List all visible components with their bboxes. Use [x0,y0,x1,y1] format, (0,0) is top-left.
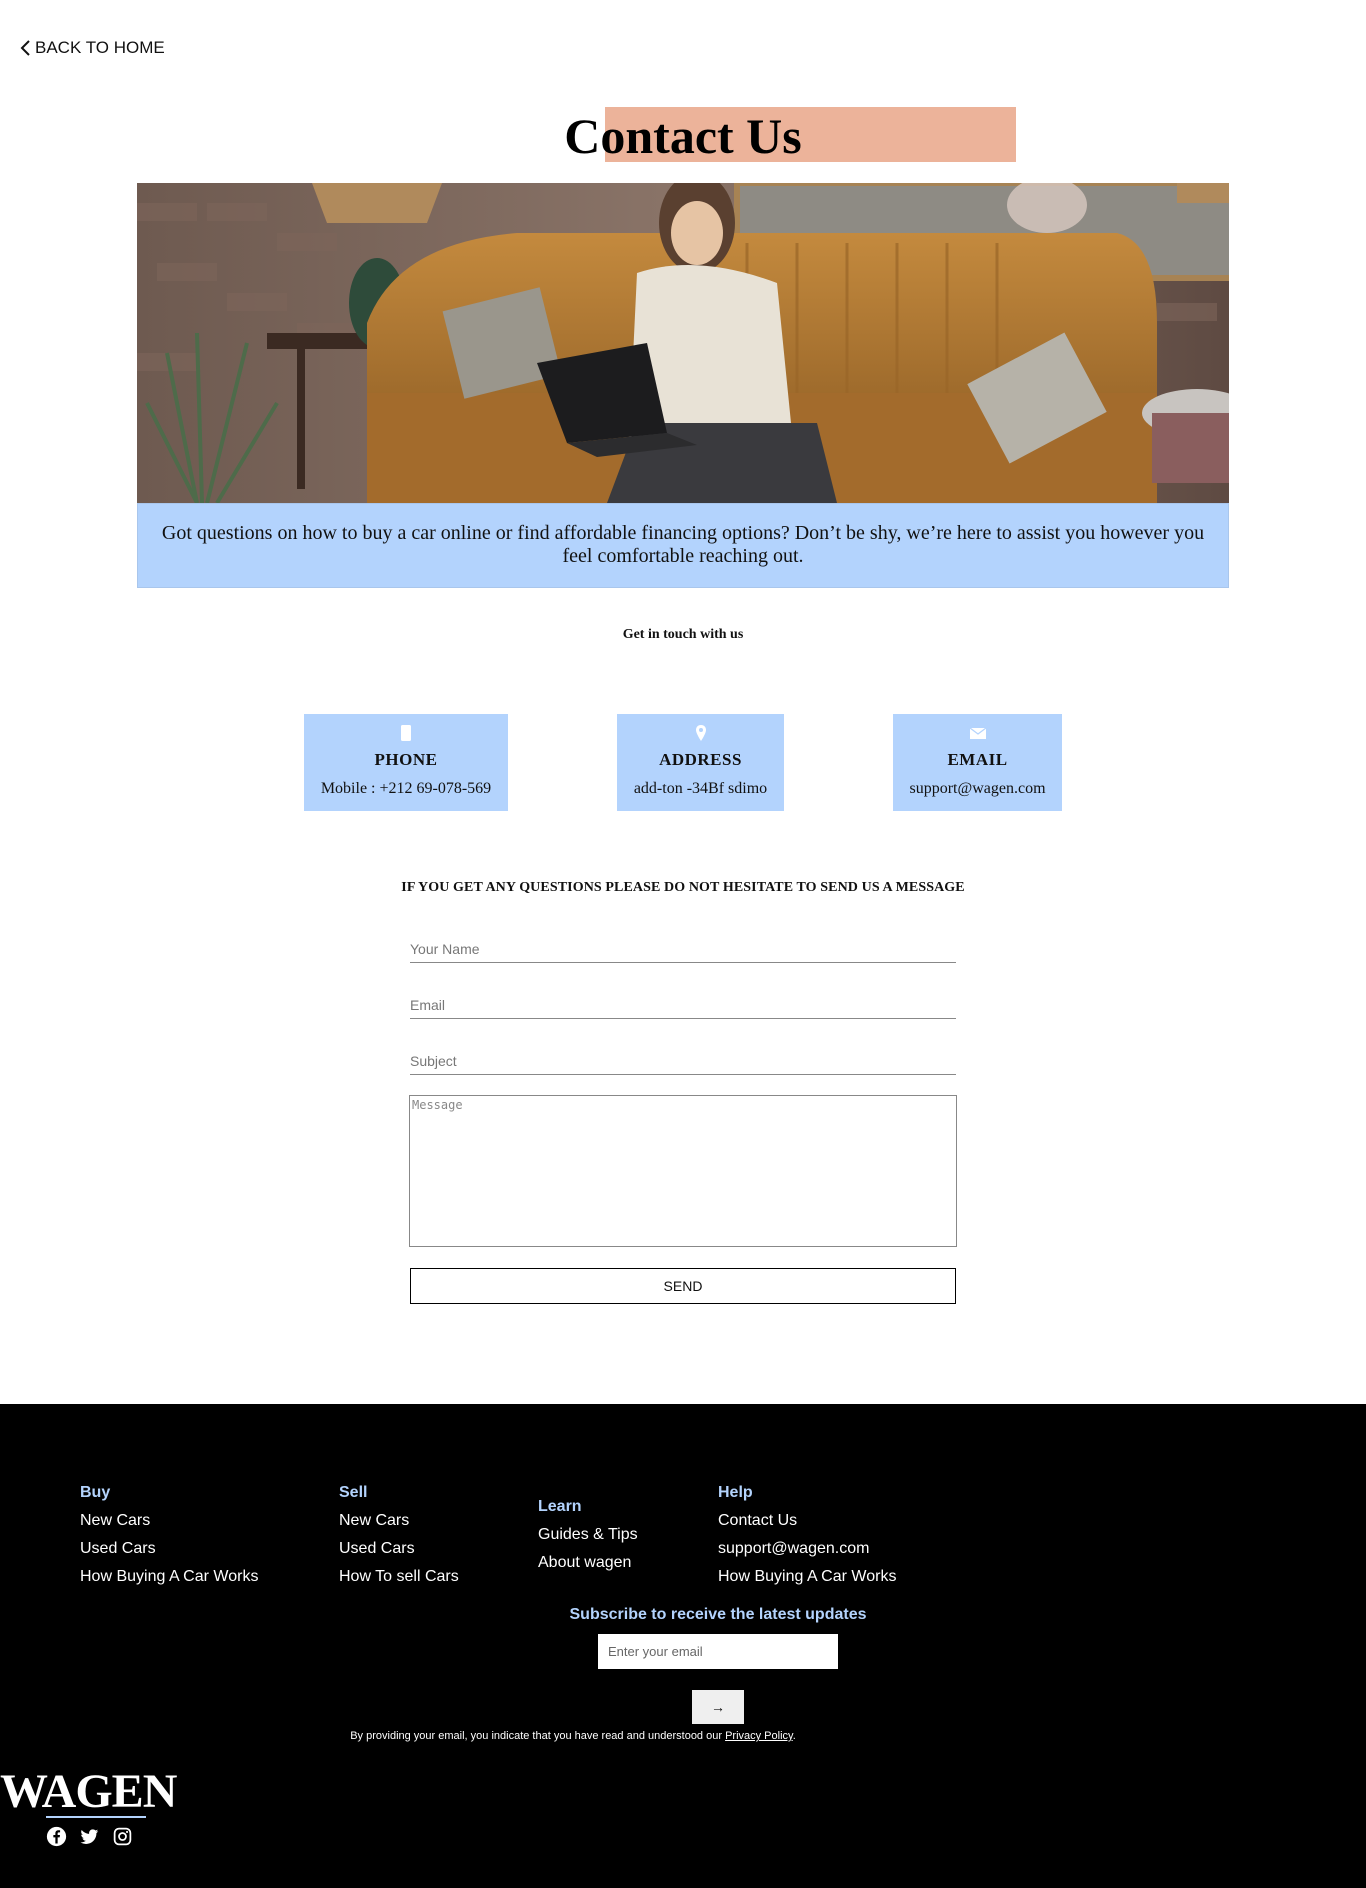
footer-sell-new-cars-link[interactable]: New Cars [339,1511,459,1530]
footer-learn-guides-link[interactable]: Guides & Tips [538,1525,638,1544]
email-card-value: support@wagen.com [909,780,1046,797]
footer-learn-heading: Learn [538,1498,582,1515]
address-card: ADDRESS add-ton -34Bf sdimo [617,714,784,811]
page-title: Contact Us [564,108,802,164]
map-pin-icon [695,725,706,741]
instagram-icon[interactable] [112,1826,133,1847]
address-card-value: add-ton -34Bf sdimo [633,780,768,797]
footer-buy-heading: Buy [80,1484,111,1501]
intro-text: Got questions on how to buy a car online… [161,522,1205,567]
phone-card-title: PHONE [374,750,438,769]
intro-box: Got questions on how to buy a car online… [137,503,1229,588]
email-input[interactable] [410,983,956,1019]
footer-help-column: Help Contact Us support@wagen.com How Bu… [718,1484,896,1595]
subscribe-email-input[interactable] [598,1634,838,1669]
footer-buy-used-cars-link[interactable]: Used Cars [80,1539,258,1558]
footer-help-email-link[interactable]: support@wagen.com [718,1539,896,1558]
footer-sell-column: Sell New Cars Used Cars How To sell Cars [339,1484,459,1595]
footer-help-contact-link[interactable]: Contact Us [718,1511,896,1530]
address-card-title: ADDRESS [659,750,742,769]
message-textarea[interactable] [409,1095,957,1247]
subscribe-title: Subscribe to receive the latest updates [569,1606,867,1623]
site-footer: Buy New Cars Used Cars How Buying A Car … [0,1404,1366,1888]
logo-underline [46,1816,146,1818]
back-to-home-link[interactable]: BACK TO HOME [20,38,165,58]
phone-card: PHONE Mobile : +212 69-078-569 [304,714,508,811]
subscribe-submit-button[interactable]: → [692,1690,744,1724]
phone-icon [401,725,411,741]
back-to-home-label: BACK TO HOME [35,38,165,57]
footer-learn-column: Learn Guides & Tips About wagen [538,1498,638,1581]
footer-buy-column: Buy New Cars Used Cars How Buying A Car … [80,1484,258,1595]
footer-learn-about-link[interactable]: About wagen [538,1553,638,1572]
name-input[interactable] [410,927,956,963]
email-card: EMAIL support@wagen.com [893,714,1062,811]
hero-image [137,183,1229,503]
page-title-block: Contact Us [0,100,1366,170]
twitter-icon[interactable] [79,1826,100,1847]
email-card-title: EMAIL [947,750,1008,769]
disclaimer-period: . [792,1730,796,1742]
wagen-logo: WAGEN [0,1765,177,1818]
chevron-left-icon [20,40,30,56]
privacy-policy-link[interactable]: Privacy Policy [725,1730,793,1742]
footer-buy-how-it-works-link[interactable]: How Buying A Car Works [80,1567,258,1586]
footer-sell-used-cars-link[interactable]: Used Cars [339,1539,459,1558]
subscribe-disclaimer: By providing your email, you indicate th… [0,1730,1146,1742]
phone-card-value: Mobile : +212 69-078-569 [320,780,492,797]
get-in-touch-heading: Get in touch with us [622,627,744,642]
send-button[interactable]: SEND [410,1268,956,1304]
footer-sell-how-to-link[interactable]: How To sell Cars [339,1567,459,1586]
footer-help-heading: Help [718,1484,753,1501]
form-heading: IF YOU GET ANY QUESTIONS PLEASE DO NOT H… [401,880,965,895]
disclaimer-text: By providing your email, you indicate th… [350,1730,726,1742]
subject-input[interactable] [410,1039,956,1075]
footer-buy-new-cars-link[interactable]: New Cars [80,1511,258,1530]
social-links [46,1826,133,1847]
footer-help-how-it-works-link[interactable]: How Buying A Car Works [718,1567,896,1586]
facebook-icon[interactable] [46,1826,67,1847]
footer-sell-heading: Sell [339,1484,368,1501]
envelope-icon [969,727,986,739]
